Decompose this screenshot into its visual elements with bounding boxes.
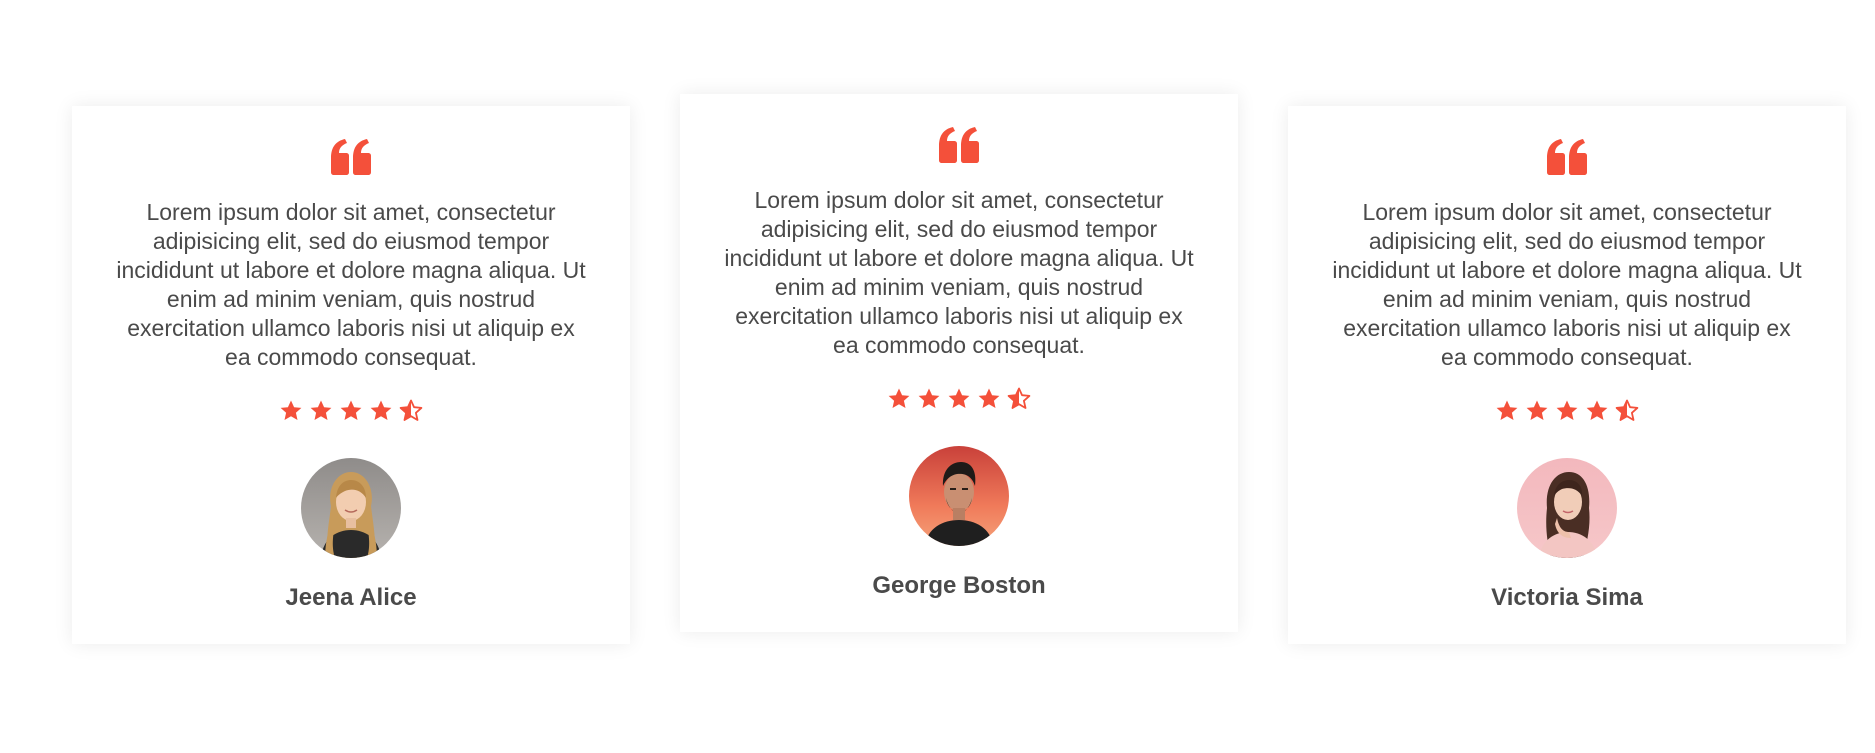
star-icon <box>977 387 1001 411</box>
star-icon <box>1585 399 1609 423</box>
quote-icon <box>1545 138 1589 176</box>
testimonial-quote: Lorem ipsum dolor sit amet, consectetur … <box>1332 199 1802 370</box>
star-half-icon <box>1007 387 1031 411</box>
star-rating <box>887 387 1031 411</box>
star-icon <box>309 399 333 423</box>
star-icon <box>339 399 363 423</box>
star-icon <box>947 387 971 411</box>
avatar <box>301 458 401 558</box>
star-rating <box>1495 399 1639 423</box>
testimonial-quote: Lorem ipsum dolor sit amet, consectetur … <box>724 187 1194 358</box>
star-half-icon <box>1615 399 1639 423</box>
star-icon <box>1525 399 1549 423</box>
quote-icon <box>329 138 373 176</box>
testimonial-card: Lorem ipsum dolor sit amet, consectetur … <box>1288 106 1846 644</box>
star-icon <box>369 399 393 423</box>
testimonial-card: Lorem ipsum dolor sit amet, consectetur … <box>680 94 1238 632</box>
author-name: Jeena Alice <box>285 584 417 611</box>
star-icon <box>1495 399 1519 423</box>
author-name: George Boston <box>872 572 1046 599</box>
star-icon <box>887 387 911 411</box>
star-half-icon <box>399 399 423 423</box>
star-rating <box>279 399 423 423</box>
star-icon <box>279 399 303 423</box>
testimonial-card: Lorem ipsum dolor sit amet, consectetur … <box>72 106 630 644</box>
star-icon <box>1555 399 1579 423</box>
avatar <box>1517 458 1617 558</box>
testimonial-quote: Lorem ipsum dolor sit amet, consectetur … <box>116 199 586 370</box>
avatar <box>909 446 1009 546</box>
star-icon <box>917 387 941 411</box>
quote-icon <box>937 126 981 164</box>
author-name: Victoria Sima <box>1491 584 1643 611</box>
